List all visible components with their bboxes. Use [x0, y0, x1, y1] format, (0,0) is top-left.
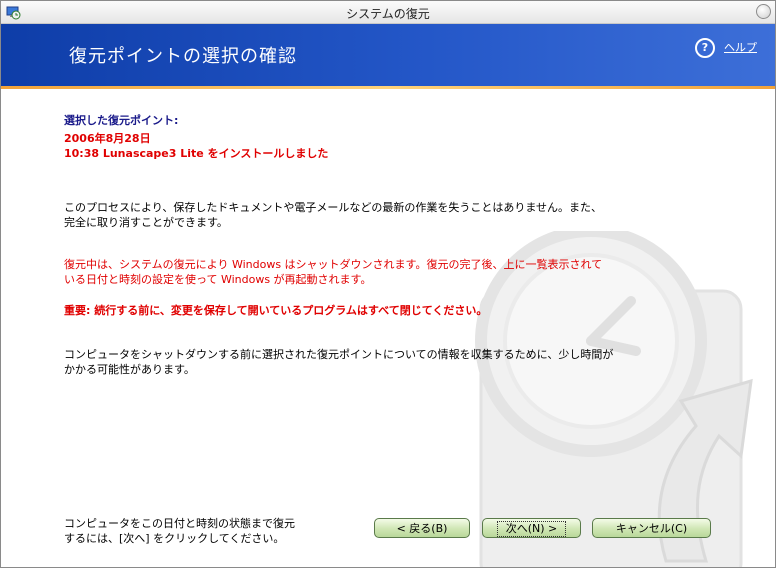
important-warning: 重要: 続行する前に、変更を保存して開いているプログラムはすべて閉じてください。: [64, 304, 488, 317]
selected-point-label: 選択した復元ポイント:: [64, 114, 179, 127]
info-paragraph: このプロセスにより、保存したドキュメントや電子メールなどの最新の作業を失うことは…: [64, 201, 603, 229]
title-bar: システムの復元: [1, 1, 775, 24]
cancel-button[interactable]: キャンセル(C): [592, 518, 711, 538]
page-title: 復元ポイントの選択の確認: [69, 46, 297, 67]
collect-info-notice: コンピュータをシャットダウンする前に選択された復元ポイントについての情報を収集す…: [64, 348, 614, 376]
footer-instruction: コンピュータをこの日付と時刻の状態まで復元するには、[次へ] をクリックしてくだ…: [64, 517, 295, 545]
system-restore-window: システムの復元 復元ポイントの選択の確認 ? ヘルプ 選択した復元ポイント: 2…: [0, 0, 776, 568]
header-banner: 復元ポイントの選択の確認 ? ヘルプ: [1, 24, 775, 86]
close-icon[interactable]: [756, 4, 771, 19]
header-divider: [1, 86, 775, 89]
help-circle-icon[interactable]: ?: [695, 38, 715, 58]
window-title: システムの復元: [346, 7, 430, 21]
shutdown-notice: 復元中は、システムの復元により Windows はシャットダウンされます。復元の…: [64, 258, 603, 286]
next-button[interactable]: 次へ(N) >: [482, 518, 581, 538]
next-button-label: 次へ(N) >: [496, 521, 567, 537]
back-button[interactable]: < 戻る(B): [374, 518, 470, 538]
selected-point-description: 10:38 Lunascape3 Lite をインストールしました: [64, 147, 329, 160]
selected-point-date: 2006年8月28日: [64, 132, 151, 145]
help-link[interactable]: ヘルプ: [724, 39, 757, 55]
